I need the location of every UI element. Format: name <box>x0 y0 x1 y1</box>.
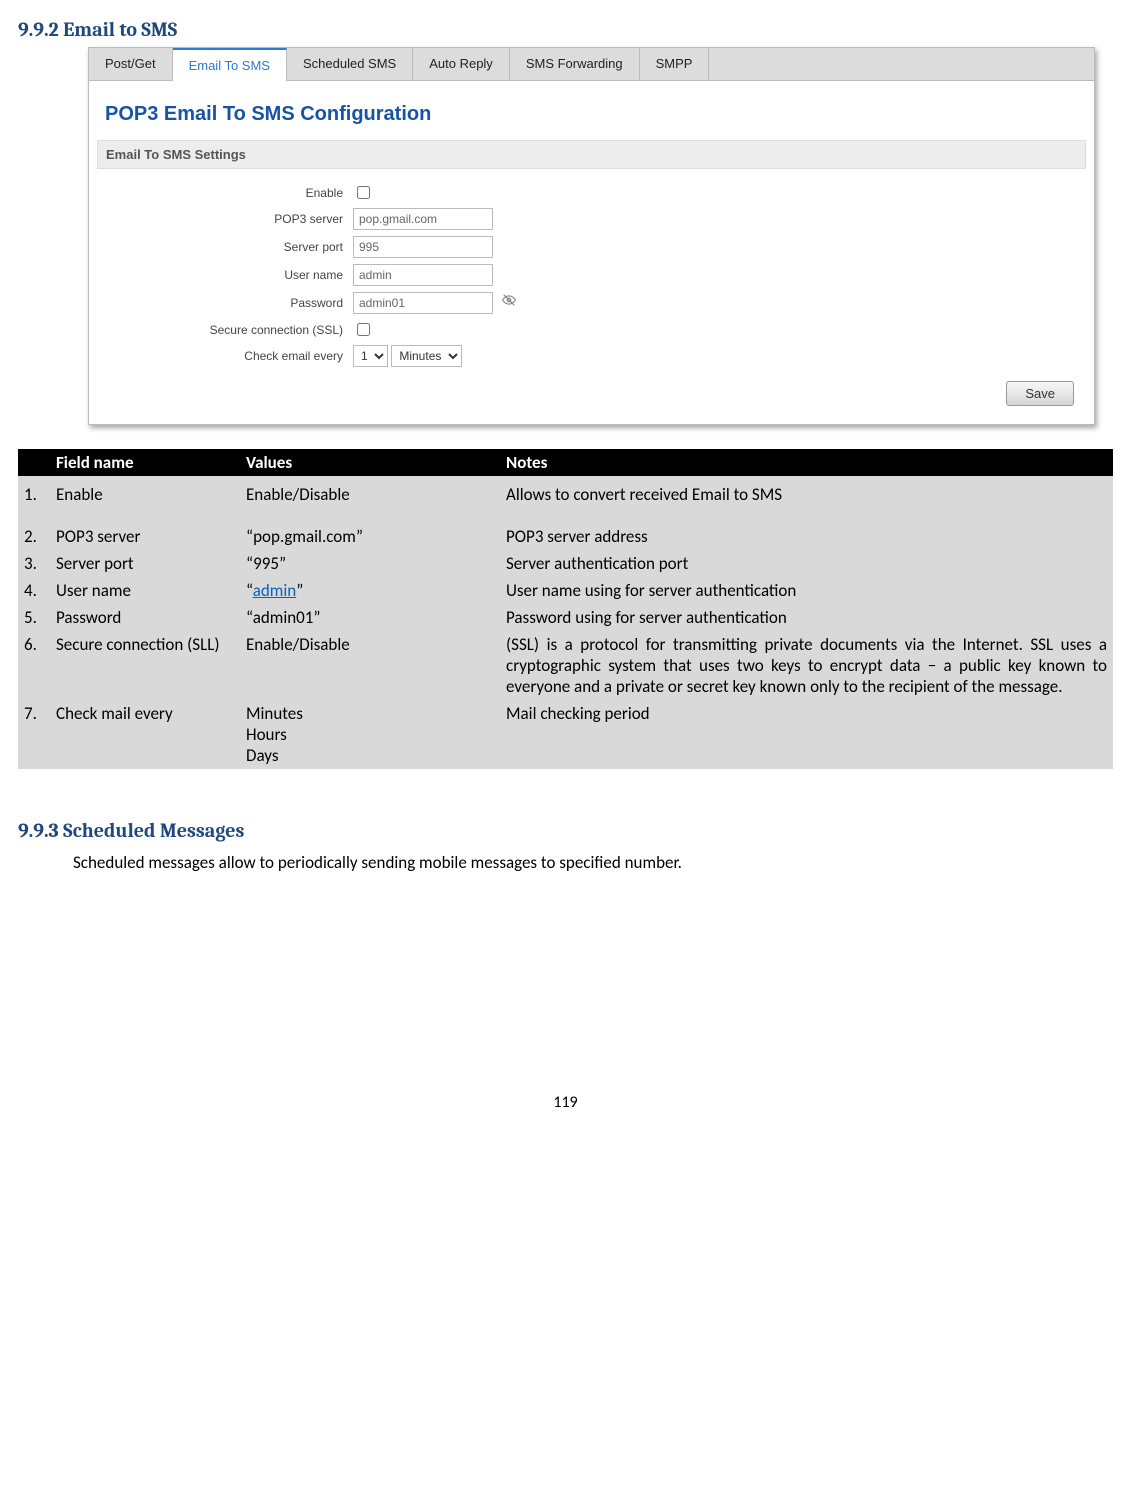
notes-cell: User name using for server authenticatio… <box>500 577 1113 604</box>
tab-auto-reply[interactable]: Auto Reply <box>413 48 510 80</box>
tab-bar: Post/GetEmail To SMSScheduled SMSAuto Re… <box>89 48 1094 81</box>
section-heading-email-to-sms: 9.9.2 Email to SMS <box>18 18 1113 41</box>
row-number: 1. <box>18 476 50 523</box>
row-user: User name <box>103 264 1080 286</box>
values-cell: “995” <box>240 550 500 577</box>
label-check-every: Check email every <box>103 349 353 363</box>
label-port: Server port <box>103 240 353 254</box>
checkbox-enable[interactable] <box>357 186 370 199</box>
eye-icon[interactable] <box>502 293 516 310</box>
section-number: 9.9.3 <box>18 819 59 842</box>
row-check-every: Check email every 1 Minutes <box>103 345 1080 367</box>
label-enable: Enable <box>103 186 353 200</box>
notes-cell: Password using for server authentication <box>500 604 1113 631</box>
row-port: Server port <box>103 236 1080 258</box>
select-check-num[interactable]: 1 <box>353 345 388 367</box>
notes-cell: Mail checking period <box>500 700 1113 769</box>
panel-title: POP3 Email To SMS Configuration <box>105 103 1080 126</box>
row-number: 6. <box>18 631 50 700</box>
row-pop3: POP3 server <box>103 208 1080 230</box>
values-cell: Enable/Disable <box>240 476 500 523</box>
row-enable: Enable <box>103 183 1080 202</box>
th-values: Values <box>240 449 500 476</box>
value-link[interactable]: admin <box>253 580 297 601</box>
notes-cell: Allows to convert received Email to SMS <box>500 476 1113 523</box>
row-number: 7. <box>18 700 50 769</box>
values-cell: Enable/Disable <box>240 631 500 700</box>
field-description-table: Field name Values Notes 1.EnableEnable/D… <box>18 449 1113 769</box>
input-user-name[interactable] <box>353 264 493 286</box>
th-field: Field name <box>50 449 240 476</box>
row-number: 5. <box>18 604 50 631</box>
scheduled-messages-paragraph: Scheduled messages allow to periodically… <box>73 852 1113 873</box>
field-name-cell: Server port <box>50 550 240 577</box>
tab-sms-forwarding[interactable]: SMS Forwarding <box>510 48 640 80</box>
label-pop3: POP3 server <box>103 212 353 226</box>
label-ssl: Secure connection (SSL) <box>103 323 353 337</box>
field-name-cell: Secure connection (SLL) <box>50 631 240 700</box>
field-name-cell: Check mail every <box>50 700 240 769</box>
checkbox-ssl[interactable] <box>357 323 370 336</box>
th-notes: Notes <box>500 449 1113 476</box>
section-number: 9.9.2 <box>18 18 59 41</box>
input-pop3-server[interactable] <box>353 208 493 230</box>
row-pass: Password <box>103 292 1080 314</box>
notes-cell: Server authentication port <box>500 550 1113 577</box>
section-title: Email to SMS <box>63 18 177 41</box>
notes-cell: POP3 server address <box>500 523 1113 550</box>
tab-smpp[interactable]: SMPP <box>640 48 710 80</box>
label-user: User name <box>103 268 353 282</box>
values-cell: Minutes Hours Days <box>240 700 500 769</box>
tab-scheduled-sms[interactable]: Scheduled SMS <box>287 48 413 80</box>
page-number: 119 <box>18 1093 1113 1112</box>
row-number: 2. <box>18 523 50 550</box>
row-number: 3. <box>18 550 50 577</box>
values-cell: “admin” <box>240 577 500 604</box>
row-number: 4. <box>18 577 50 604</box>
tab-email-to-sms[interactable]: Email To SMS <box>173 48 287 82</box>
field-name-cell: Password <box>50 604 240 631</box>
notes-cell: (SSL) is a protocol for transmitting pri… <box>500 631 1113 700</box>
values-cell: “pop.gmail.com” <box>240 523 500 550</box>
section-title: Scheduled Messages <box>63 819 244 842</box>
field-name-cell: Enable <box>50 476 240 523</box>
label-pass: Password <box>103 296 353 310</box>
field-name-cell: POP3 server <box>50 523 240 550</box>
save-button[interactable]: Save <box>1006 381 1074 406</box>
tab-post-get[interactable]: Post/Get <box>89 48 173 80</box>
settings-section-header: Email To SMS Settings <box>97 140 1086 169</box>
input-password[interactable] <box>353 292 493 314</box>
values-cell: “admin01” <box>240 604 500 631</box>
screenshot-panel: Post/GetEmail To SMSScheduled SMSAuto Re… <box>88 47 1095 425</box>
field-name-cell: User name <box>50 577 240 604</box>
th-num <box>18 449 50 476</box>
section-heading-scheduled-messages: 9.9.3 Scheduled Messages <box>18 819 1113 842</box>
select-check-unit[interactable]: Minutes <box>391 345 462 367</box>
input-server-port[interactable] <box>353 236 493 258</box>
row-ssl: Secure connection (SSL) <box>103 320 1080 339</box>
